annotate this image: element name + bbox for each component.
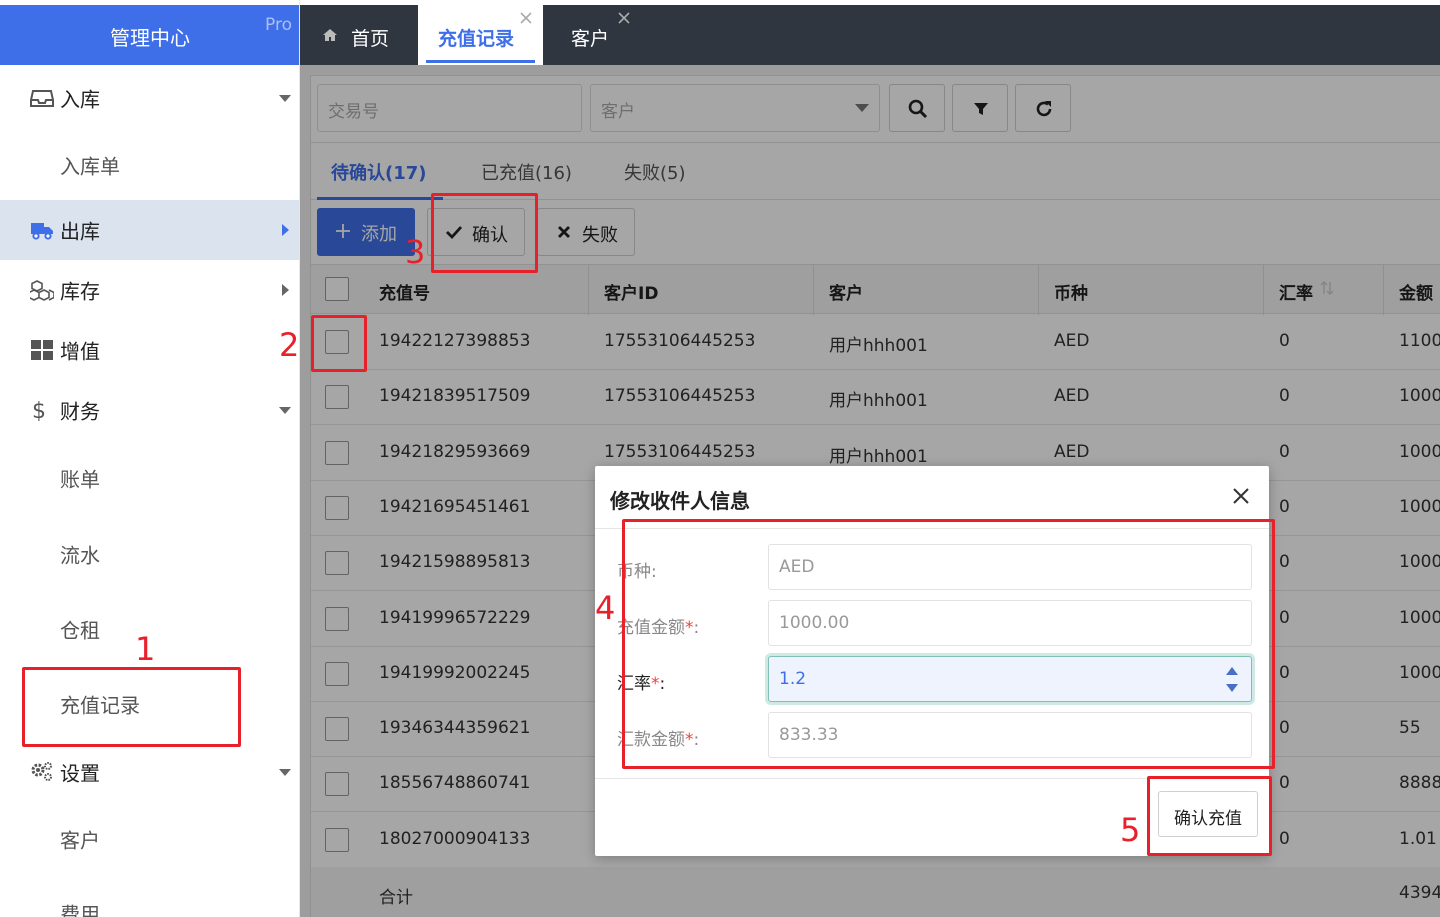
tab-label: 充值记录 — [438, 28, 515, 50]
confirm-recharge-button[interactable]: 确认充值 — [1158, 791, 1258, 837]
app-window: 管理中心 Pro 入库 入库单 出库 库存 增值 $ 财务 账单 流水 仓租 充… — [0, 0, 1440, 917]
sidebar-item-label: 财务 — [60, 399, 100, 424]
chevron-down-icon — [279, 769, 291, 776]
currency-label: 币种: — [617, 562, 657, 582]
dialog-divider — [595, 528, 1269, 529]
sidebar: 管理中心 Pro 入库 入库单 出库 库存 增值 $ 财务 账单 流水 仓租 充… — [0, 0, 300, 917]
tab-label: 客户 — [571, 28, 610, 50]
sidebar-item-fees[interactable]: 费用 — [0, 876, 299, 917]
sidebar-item-inbound-orders[interactable]: 入库单 — [0, 130, 299, 200]
annotation-number-3: 3 — [405, 233, 426, 271]
currency-field[interactable]: AED — [768, 544, 1252, 590]
truck-icon — [31, 223, 53, 240]
sidebar-item-label: 仓租 — [60, 618, 100, 643]
tab-recharge-records[interactable]: 充值记录 — [418, 5, 543, 65]
sidebar-item-label: 充值记录 — [60, 693, 140, 718]
tab-label: 首页 — [351, 28, 390, 50]
field-value: 1.2 — [779, 669, 807, 689]
sidebar-item-label: 库存 — [60, 279, 100, 304]
required-mark: * — [651, 674, 660, 694]
label-suffix: : — [693, 618, 700, 638]
svg-text:$: $ — [32, 399, 46, 421]
dialog-title: 修改收件人信息 — [610, 489, 750, 513]
close-icon[interactable] — [519, 11, 533, 25]
tab-home[interactable]: 首页 — [300, 5, 418, 65]
label-text: 汇率 — [617, 674, 651, 694]
sidebar-item-label: 账单 — [60, 467, 100, 492]
tab-bar: 首页 充值记录 客户 — [300, 5, 1440, 65]
sidebar-item-bills[interactable]: 账单 — [0, 440, 299, 516]
spinner-down-icon[interactable] — [1225, 683, 1239, 693]
chevron-down-icon — [279, 94, 291, 102]
inbox-icon — [30, 89, 54, 107]
annotation-number-5: 5 — [1120, 811, 1141, 849]
label-suffix: : — [693, 730, 700, 750]
chevron-down-icon — [279, 407, 291, 414]
exchange-rate-input[interactable]: 1.2 — [768, 656, 1252, 702]
sidebar-item-label: 设置 — [60, 761, 100, 786]
sidebar-item-label: 费用 — [60, 902, 100, 917]
required-mark: * — [685, 730, 694, 750]
chevron-right-icon — [282, 284, 289, 296]
sidebar-item-settings[interactable]: 设置 — [0, 742, 299, 802]
sidebar-item-inventory[interactable]: 库存 — [0, 260, 299, 320]
recharge-amount-label: 充值金额*: — [617, 613, 699, 638]
cubes-icon — [30, 280, 54, 301]
field-value: 1000.00 — [779, 613, 850, 633]
tab-customers[interactable]: 客户 — [543, 5, 643, 65]
brand-pro-badge: Pro — [265, 15, 292, 35]
button-label: 确认充值 — [1174, 809, 1242, 829]
chevron-right-icon — [282, 224, 289, 236]
brand-header: 管理中心 Pro — [0, 5, 299, 65]
brand-title: 管理中心 — [110, 26, 190, 50]
sidebar-item-recharge-records[interactable]: 充值记录 — [0, 666, 299, 742]
home-icon — [323, 29, 337, 41]
spinner-up-icon[interactable] — [1225, 666, 1239, 676]
close-icon[interactable] — [1231, 486, 1251, 506]
field-value: AED — [779, 557, 815, 577]
recharge-amount-field[interactable]: 1000.00 — [768, 600, 1252, 646]
sidebar-item-label: 入库 — [60, 87, 100, 111]
sidebar-item-outbound[interactable]: 出库 — [0, 200, 299, 260]
remit-amount-field[interactable]: 833.33 — [768, 712, 1252, 758]
remit-amount-label: 汇款金额*: — [617, 725, 699, 750]
edit-recipient-dialog: 修改收件人信息 币种: AED 充值金额*: 1000.00 汇率*: 1.2 … — [595, 466, 1269, 856]
sidebar-item-value-added[interactable]: 增值 — [0, 320, 299, 380]
annotation-number-4: 4 — [595, 589, 616, 627]
annotation-number-1: 1 — [135, 630, 156, 668]
tab-active-indicator — [426, 60, 535, 63]
sidebar-item-label: 入库单 — [60, 154, 120, 179]
sidebar-item-inbound[interactable]: 入库 — [0, 65, 299, 130]
annotation-number-2: 2 — [279, 326, 300, 364]
sidebar-item-transactions[interactable]: 流水 — [0, 516, 299, 592]
sidebar-item-label: 增值 — [60, 339, 100, 364]
gears-icon — [31, 762, 52, 781]
dialog-divider — [595, 778, 1269, 779]
label-text: 充值金额 — [617, 618, 685, 638]
sidebar-item-label: 流水 — [60, 543, 100, 568]
required-mark: * — [685, 618, 694, 638]
label-suffix: : — [659, 674, 666, 694]
label-text: 汇款金额 — [617, 730, 685, 750]
sidebar-item-label: 出库 — [60, 219, 100, 244]
sidebar-item-finance[interactable]: $ 财务 — [0, 380, 299, 440]
exchange-rate-label: 汇率*: — [617, 669, 665, 694]
sidebar-item-label: 客户 — [60, 828, 100, 853]
close-icon[interactable] — [617, 11, 631, 25]
field-value: 833.33 — [779, 725, 839, 745]
dollar-icon: $ — [32, 399, 46, 421]
sidebar-item-customers[interactable]: 客户 — [0, 802, 299, 876]
grid-icon — [31, 340, 53, 360]
